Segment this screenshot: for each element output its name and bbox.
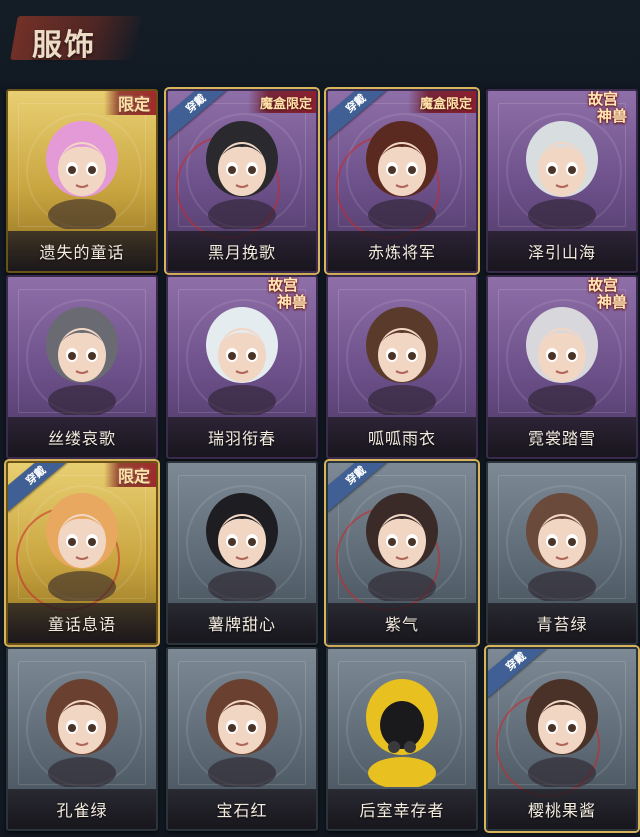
gugong-badge-line1: 故宫 <box>587 90 618 108</box>
gugong-beast-badge: 故宫 神兽 <box>572 277 634 319</box>
outfit-card[interactable]: 穿戴 樱桃果酱 <box>486 647 638 831</box>
character-portrait <box>366 493 438 601</box>
outfit-name-bar: 黑月挽歌 <box>168 231 316 271</box>
outfit-card[interactable]: 丝缕哀歌 <box>6 275 158 459</box>
outfit-card[interactable]: 穿戴 限定 童话息语 <box>6 461 158 645</box>
outfit-name: 宝石红 <box>216 801 268 820</box>
outfit-name-bar: 后室幸存者 <box>328 789 476 829</box>
outfit-name: 遗失的童话 <box>39 243 125 262</box>
header-bar: 服饰 <box>0 0 640 82</box>
outfit-name-bar: 紫气 <box>328 603 476 643</box>
outfit-name-bar: 泽引山海 <box>488 231 636 271</box>
outfit-name-bar: 瑞羽衔春 <box>168 417 316 457</box>
character-portrait <box>366 121 438 229</box>
outfit-name-bar: 樱桃果酱 <box>488 789 636 829</box>
outfit-name-bar: 遗失的童话 <box>8 231 156 271</box>
outfit-name: 霓裳踏雪 <box>527 429 596 448</box>
character-portrait <box>366 679 438 787</box>
outfit-name: 紫气 <box>384 615 419 634</box>
outfit-card[interactable]: 后室幸存者 <box>326 647 478 831</box>
gugong-badge-line2: 神兽 <box>596 107 627 125</box>
outfit-card[interactable]: 故宫 神兽泽引山海 <box>486 89 638 273</box>
gugong-badge-line2: 神兽 <box>596 293 627 311</box>
outfit-card[interactable]: 薯牌甜心 <box>166 461 318 645</box>
outfit-name-bar: 霓裳踏雪 <box>488 417 636 457</box>
gugong-badge-line2: 神兽 <box>276 293 307 311</box>
character-portrait <box>366 307 438 415</box>
outfit-card[interactable]: 穿戴 魔盒限定 赤炼将军 <box>326 89 478 273</box>
outfit-name-bar: 宝石红 <box>168 789 316 829</box>
outfit-name: 青苔绿 <box>536 615 588 634</box>
outfit-card[interactable]: 穿戴 魔盒限定 黑月挽歌 <box>166 89 318 273</box>
outfit-card[interactable]: 故宫 神兽瑞羽衔春 <box>166 275 318 459</box>
outfit-card[interactable]: 故宫 神兽霓裳踏雪 <box>486 275 638 459</box>
outfit-name: 黑月挽歌 <box>207 243 276 262</box>
outfit-name-bar: 童话息语 <box>8 603 156 643</box>
limited-badge: 限定 <box>103 463 156 487</box>
outfit-name: 孔雀绿 <box>56 801 108 820</box>
page-title: 服饰 <box>32 28 96 63</box>
outfit-name: 呱呱雨衣 <box>367 429 436 448</box>
outfit-card[interactable]: 孔雀绿 <box>6 647 158 831</box>
outfit-name: 童话息语 <box>47 615 116 634</box>
character-portrait <box>206 121 278 229</box>
outfit-name: 瑞羽衔春 <box>207 429 276 448</box>
outfit-name: 樱桃果酱 <box>527 801 596 820</box>
limited-badge: 限定 <box>103 91 156 115</box>
character-portrait <box>526 679 598 787</box>
outfit-name: 后室幸存者 <box>359 801 445 820</box>
outfit-name-bar: 丝缕哀歌 <box>8 417 156 457</box>
character-portrait <box>46 307 118 415</box>
gugong-badge-line1: 故宫 <box>587 276 618 294</box>
outfit-name-bar: 呱呱雨衣 <box>328 417 476 457</box>
character-portrait <box>46 679 118 787</box>
character-portrait <box>206 493 278 601</box>
mystery-box-limited-badge: 魔盒限定 <box>247 91 316 113</box>
outfit-name-bar: 青苔绿 <box>488 603 636 643</box>
outfit-card[interactable]: 宝石红 <box>166 647 318 831</box>
character-portrait <box>206 679 278 787</box>
outfit-card[interactable]: 青苔绿 <box>486 461 638 645</box>
outfit-card[interactable]: 穿戴 紫气 <box>326 461 478 645</box>
gugong-beast-badge: 故宫 神兽 <box>252 277 314 319</box>
character-portrait <box>46 121 118 229</box>
mystery-box-limited-badge: 魔盒限定 <box>407 91 476 113</box>
outfit-grid: 限定 遗失的童话 穿戴 魔盒限定 黑月挽歌 穿戴 魔盒限定 赤炼将军 故宫 神兽 泽引山海 丝… <box>6 89 638 831</box>
outfit-name: 泽引山海 <box>527 243 596 262</box>
gugong-badge-line1: 故宫 <box>267 276 298 294</box>
outfit-card[interactable]: 呱呱雨衣 <box>326 275 478 459</box>
outfit-card[interactable]: 限定遗失的童话 <box>6 89 158 273</box>
outfit-name: 丝缕哀歌 <box>47 429 116 448</box>
character-portrait <box>46 493 118 601</box>
outfit-name-bar: 赤炼将军 <box>328 231 476 271</box>
outfit-name: 赤炼将军 <box>367 243 436 262</box>
gugong-beast-badge: 故宫 神兽 <box>572 91 634 133</box>
character-portrait <box>526 493 598 601</box>
outfit-name: 薯牌甜心 <box>207 615 276 634</box>
outfit-name-bar: 孔雀绿 <box>8 789 156 829</box>
outfit-name-bar: 薯牌甜心 <box>168 603 316 643</box>
